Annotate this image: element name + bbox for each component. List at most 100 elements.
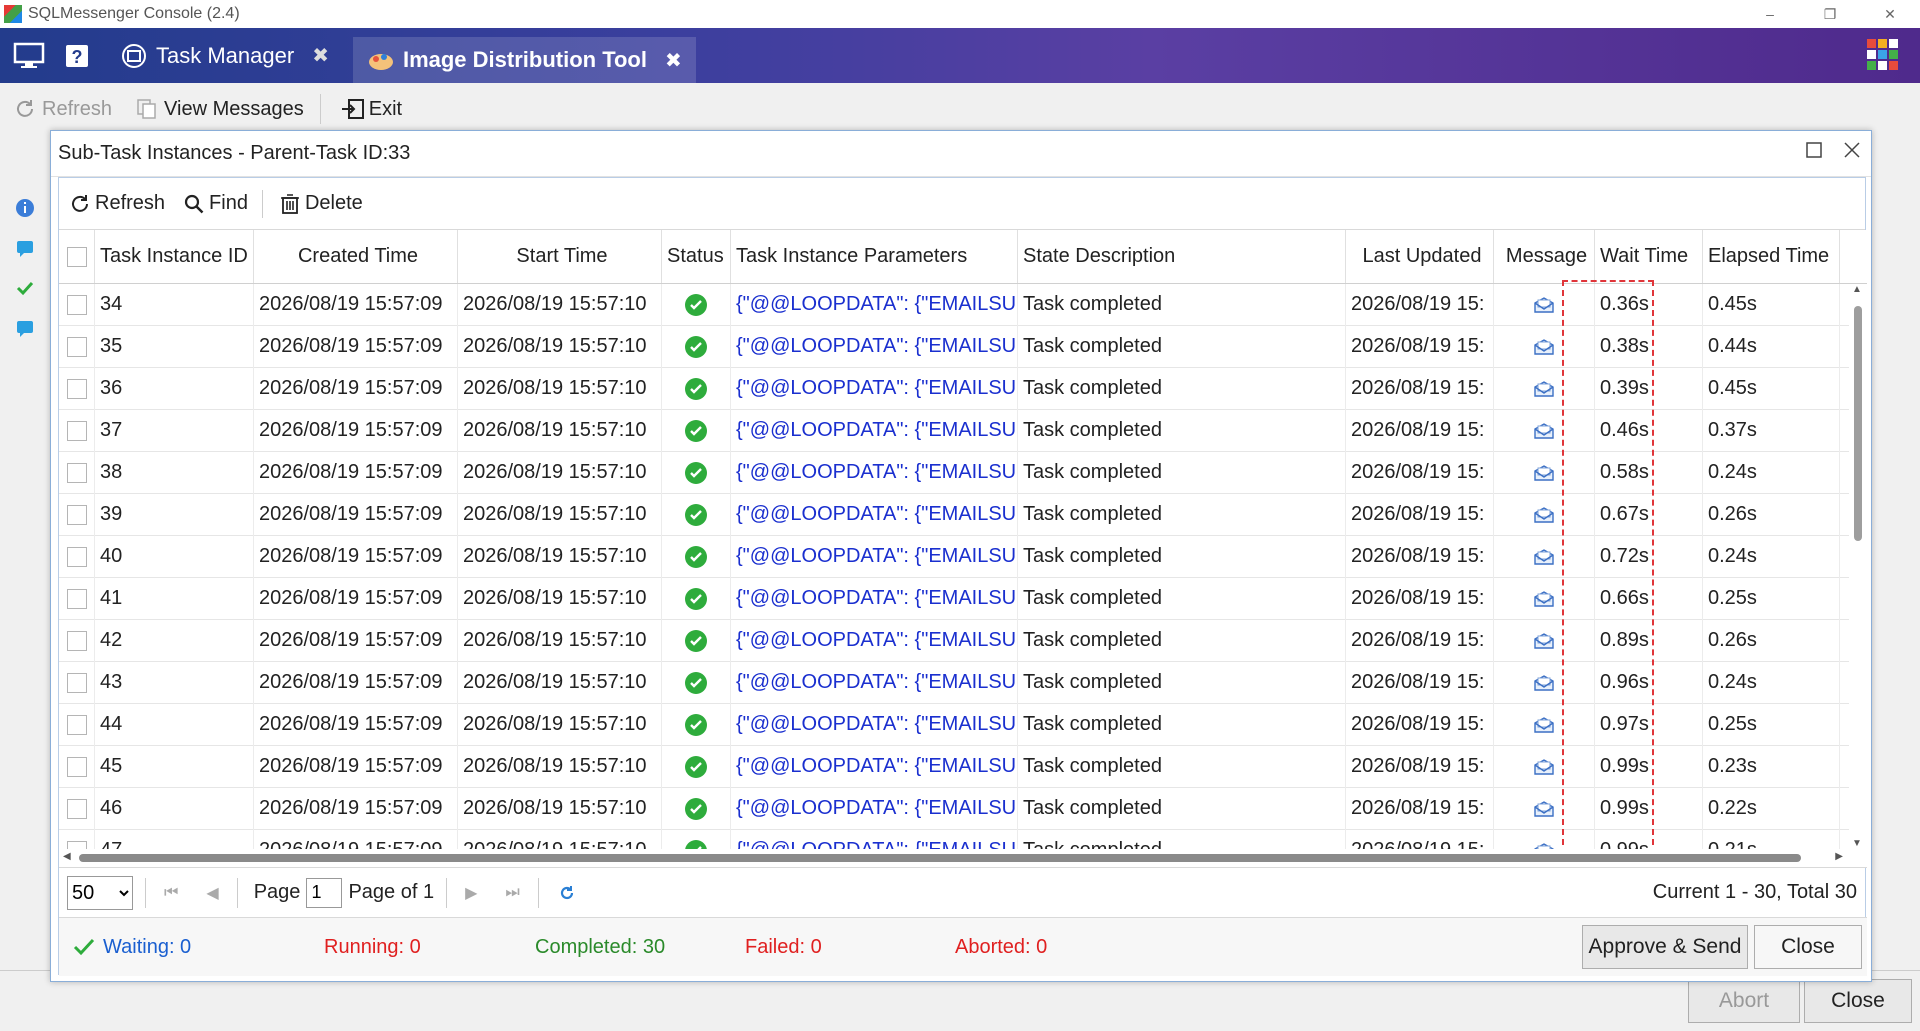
cell-parameters[interactable]: {"@@LOOPDATA": {"EMAILSU — [731, 367, 1018, 410]
envelope-icon[interactable] — [1533, 380, 1555, 398]
col-header-parameters[interactable]: Task Instance Parameters — [731, 230, 1018, 283]
cell-message[interactable] — [1494, 619, 1595, 662]
row-checkbox[interactable] — [59, 745, 95, 788]
cell-message[interactable] — [1494, 577, 1595, 620]
next-page-icon[interactable]: ▶ — [465, 883, 477, 903]
table-row[interactable]: 37 2026/08/19 15:57:09 2026/08/19 15:57:10… — [59, 409, 1867, 452]
table-row[interactable]: 44 2026/08/19 15:57:09 2026/08/19 15:57:10… — [59, 703, 1867, 746]
cell-parameters[interactable]: {"@@LOOPDATA": {"EMAILSU — [731, 745, 1018, 788]
cell-message[interactable] — [1494, 703, 1595, 746]
envelope-icon[interactable] — [1533, 674, 1555, 692]
vertical-scrollbar[interactable]: ▲ ▼ — [1849, 284, 1867, 849]
vertical-scroll-thumb[interactable] — [1854, 306, 1862, 541]
refresh-button[interactable]: Refresh — [14, 98, 112, 121]
dialog-refresh-button[interactable]: Refresh — [69, 192, 165, 215]
cell-message[interactable] — [1494, 829, 1595, 850]
col-header-last-updated[interactable]: Last Updated — [1346, 230, 1494, 283]
page-size-select[interactable]: 50 — [67, 875, 133, 910]
cell-message[interactable] — [1494, 451, 1595, 494]
cell-parameters[interactable]: {"@@LOOPDATA": {"EMAILSU — [731, 829, 1018, 849]
col-header-start-time[interactable]: Start Time — [458, 230, 662, 283]
close-main-button[interactable]: Close — [1804, 979, 1912, 1023]
approve-send-button[interactable]: Approve & Send — [1582, 925, 1748, 969]
close-window-button[interactable]: ✕ — [1860, 0, 1920, 28]
col-header-message[interactable]: Message — [1494, 230, 1595, 283]
cell-parameters[interactable]: {"@@LOOPDATA": {"EMAILSU — [731, 325, 1018, 368]
scroll-down-icon[interactable]: ▼ — [1852, 838, 1862, 849]
row-checkbox[interactable] — [59, 619, 95, 662]
col-header-elapsed-time[interactable]: Elapsed Time — [1703, 230, 1840, 283]
view-messages-button[interactable]: View Messages — [136, 98, 304, 121]
cell-parameters[interactable]: {"@@LOOPDATA": {"EMAILSU — [731, 577, 1018, 620]
table-row[interactable]: 45 2026/08/19 15:57:09 2026/08/19 15:57:10… — [59, 745, 1867, 788]
tab-image-distribution-tool[interactable]: Image Distribution Tool ✖ — [352, 37, 696, 83]
table-row[interactable]: 35 2026/08/19 15:57:09 2026/08/19 15:57:10… — [59, 325, 1867, 368]
reload-icon[interactable] — [557, 883, 577, 903]
cell-parameters[interactable]: {"@@LOOPDATA": {"EMAILSU — [731, 409, 1018, 452]
tab-task-manager[interactable]: Task Manager ✖ — [106, 33, 343, 79]
info-icon[interactable] — [0, 188, 50, 228]
cell-message[interactable] — [1494, 661, 1595, 704]
row-checkbox[interactable] — [59, 493, 95, 536]
row-checkbox[interactable] — [59, 577, 95, 620]
envelope-icon[interactable] — [1533, 758, 1555, 776]
envelope-icon[interactable] — [1533, 338, 1555, 356]
last-page-icon[interactable]: ⏭ — [505, 884, 519, 902]
cell-parameters[interactable]: {"@@LOOPDATA": {"EMAILSU — [731, 661, 1018, 704]
delete-button[interactable]: Delete — [279, 192, 363, 215]
monitor-icon[interactable] — [10, 37, 48, 75]
envelope-icon[interactable] — [1533, 464, 1555, 482]
envelope-icon[interactable] — [1533, 800, 1555, 818]
message-icon[interactable] — [0, 228, 50, 268]
scroll-up-icon[interactable]: ▲ — [1852, 284, 1862, 295]
close-tab-icon[interactable]: ✖ — [312, 43, 329, 68]
col-header-task-instance-id[interactable]: Task Instance ID — [95, 230, 254, 283]
find-button[interactable]: Find — [183, 192, 248, 215]
table-row[interactable]: 38 2026/08/19 15:57:09 2026/08/19 15:57:10… — [59, 451, 1867, 494]
cell-parameters[interactable]: {"@@LOOPDATA": {"EMAILSU — [731, 451, 1018, 494]
table-row[interactable]: 472026/08/19 15:57:092026/08/19 15:57:10… — [59, 829, 1867, 850]
envelope-icon[interactable] — [1533, 506, 1555, 524]
row-checkbox[interactable] — [59, 451, 95, 494]
envelope-icon[interactable] — [1533, 548, 1555, 566]
envelope-icon[interactable] — [1533, 296, 1555, 314]
abort-button[interactable]: Abort — [1688, 979, 1800, 1023]
cell-message[interactable] — [1494, 535, 1595, 578]
prev-page-icon[interactable]: ◀ — [206, 883, 218, 903]
table-row[interactable]: 34 2026/08/19 15:57:09 2026/08/19 15:57:10… — [59, 283, 1867, 326]
close-dialog-icon[interactable] — [1843, 141, 1861, 159]
row-checkbox[interactable] — [59, 535, 95, 578]
scroll-right-icon[interactable]: ▶ — [1835, 851, 1843, 862]
cell-message[interactable] — [1494, 787, 1595, 830]
select-all-checkbox[interactable] — [59, 230, 95, 283]
message-icon[interactable] — [0, 308, 50, 348]
envelope-icon[interactable] — [1533, 716, 1555, 734]
table-row[interactable]: 36 2026/08/19 15:57:09 2026/08/19 15:57:10… — [59, 367, 1867, 410]
row-checkbox[interactable] — [59, 661, 95, 704]
envelope-icon[interactable] — [1533, 422, 1555, 440]
envelope-icon[interactable] — [1533, 842, 1555, 850]
row-checkbox[interactable] — [59, 787, 95, 830]
row-checkbox[interactable] — [59, 283, 95, 326]
table-row[interactable]: 41 2026/08/19 15:57:09 2026/08/19 15:57:10… — [59, 577, 1867, 620]
maximize-dialog-icon[interactable] — [1805, 141, 1823, 159]
cell-parameters[interactable]: {"@@LOOPDATA": {"EMAILSU — [731, 535, 1018, 578]
row-checkbox[interactable] — [59, 367, 95, 410]
cell-message[interactable] — [1494, 367, 1595, 410]
row-checkbox[interactable] — [59, 829, 95, 849]
cell-message[interactable] — [1494, 493, 1595, 536]
dialog-close-button[interactable]: Close — [1754, 925, 1862, 969]
cell-parameters[interactable]: {"@@LOOPDATA": {"EMAILSU — [731, 283, 1018, 326]
apps-grid-icon[interactable] — [1866, 38, 1900, 72]
col-header-wait-time[interactable]: Wait Time — [1595, 230, 1703, 283]
cell-message[interactable] — [1494, 745, 1595, 788]
page-number-input[interactable] — [306, 877, 343, 908]
check-icon[interactable] — [0, 268, 50, 308]
maximize-button[interactable]: ❐ — [1800, 0, 1860, 28]
cell-parameters[interactable]: {"@@LOOPDATA": {"EMAILSU — [731, 703, 1018, 746]
scroll-left-icon[interactable]: ◀ — [63, 851, 71, 862]
row-checkbox[interactable] — [59, 325, 95, 368]
envelope-icon[interactable] — [1533, 632, 1555, 650]
table-row[interactable]: 43 2026/08/19 15:57:09 2026/08/19 15:57:10… — [59, 661, 1867, 704]
col-header-status[interactable]: Status — [662, 230, 731, 283]
